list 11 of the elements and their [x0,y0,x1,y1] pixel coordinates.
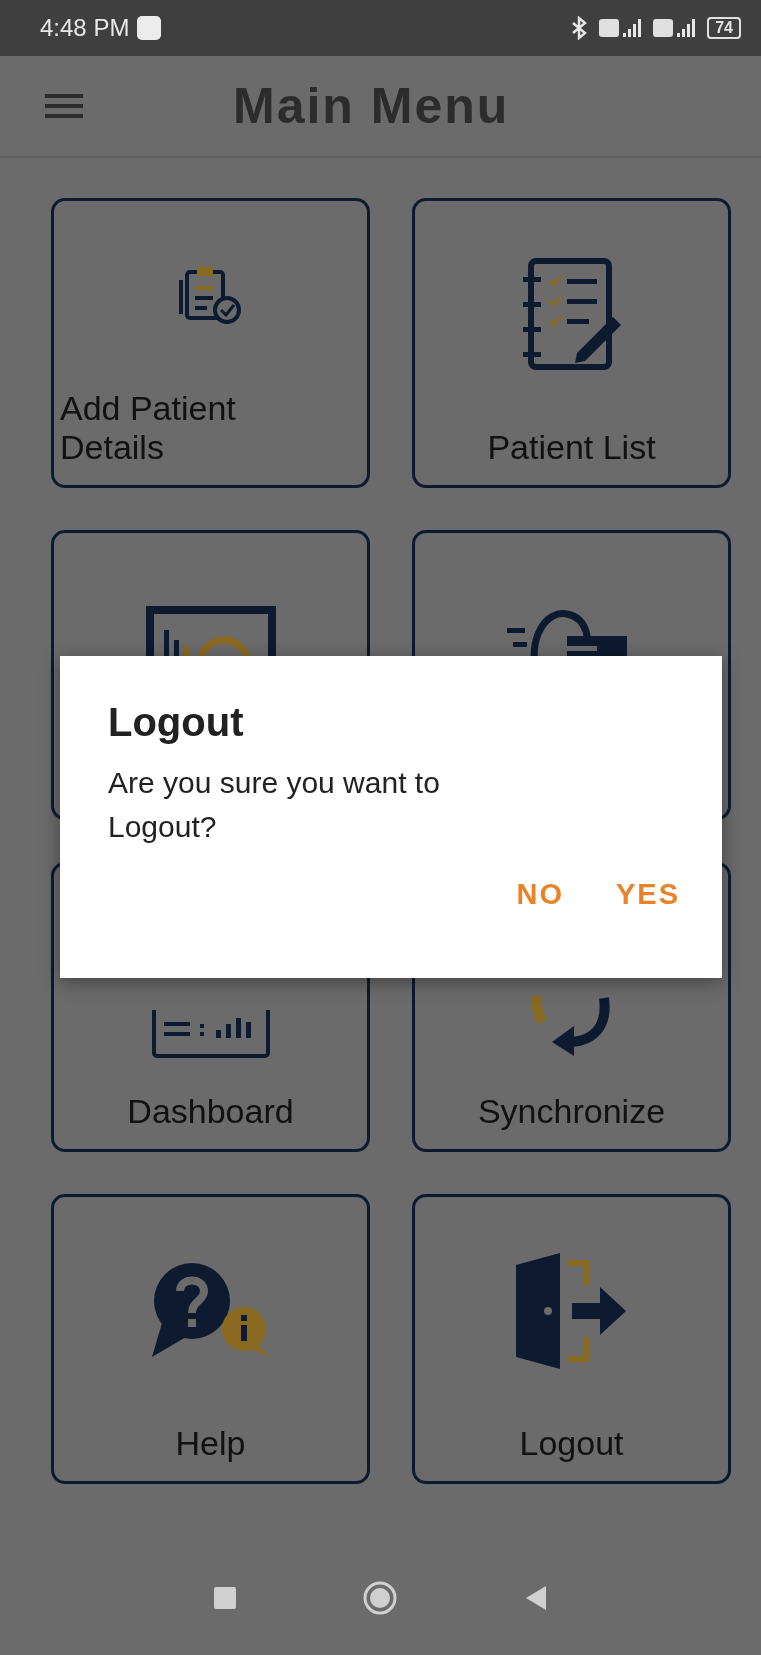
status-time: 4:48 PM [40,14,130,42]
dialog-title: Logout [108,700,245,745]
tile-label: Synchronize [477,1092,666,1131]
tile-label: Dashboard [127,1092,294,1131]
tile-label: Add Patient Details [60,389,237,467]
dialog-message: Are you sure you want to Logout? [108,765,441,845]
tile-label: Patient List [487,428,656,467]
tile-label: Help [175,1424,246,1463]
tile-label: Logout [519,1424,624,1463]
battery-level: 74 [707,17,741,39]
page-title: Main Menu [233,77,510,135]
